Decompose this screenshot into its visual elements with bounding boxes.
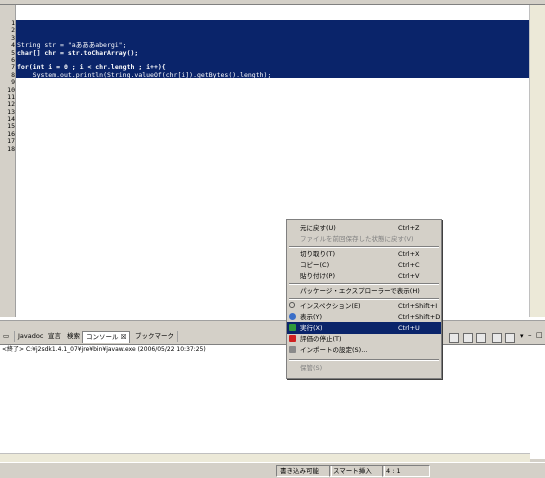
magnifier-icon	[289, 302, 295, 308]
code-line: }	[17, 78, 21, 87]
menu-item-import-settings[interactable]: インポートの設定(S)...	[287, 344, 441, 356]
console-header: <終了> C:¥j2sdk1.4.1_07¥jre¥bin¥javaw.exe …	[0, 344, 545, 354]
status-insert-mode: スマート挿入	[329, 465, 385, 477]
display-console-icon[interactable]	[505, 333, 515, 343]
status-bar: 書き込み可能 スマート挿入 4 : 1	[0, 462, 545, 478]
display-icon	[289, 313, 296, 320]
tab-bookmarks[interactable]: ブックマーク	[132, 331, 178, 342]
tab-console[interactable]: コンソール ☒	[82, 331, 131, 343]
tab-declaration[interactable]: 宣言	[45, 331, 65, 342]
editor-vertical-scrollbar[interactable]	[529, 5, 545, 317]
view-menu-icon[interactable]: ▭	[0, 331, 15, 342]
stop-icon	[289, 335, 296, 342]
context-menu: 元に戻す(U) Ctrl+Z ファイルを前回保存した状態に戻す(V) 切り取り(…	[286, 219, 442, 379]
code-line: char[] chr = str.toCharArray();	[17, 48, 139, 57]
menu-separator	[289, 359, 439, 361]
line-number: 18	[7, 144, 15, 153]
menu-item-save[interactable]: 保管(S)	[287, 362, 441, 374]
maximize-icon[interactable]: □	[536, 331, 543, 339]
run-icon	[289, 324, 296, 331]
terminate-icon[interactable]	[449, 333, 459, 343]
code-line: System.out.println(String.valueOf(chr[i]…	[17, 70, 272, 79]
status-cursor-position: 4 : 1	[382, 465, 430, 477]
view-menu-chevron-icon[interactable]: ▾	[520, 332, 524, 340]
status-writable: 書き込み可能	[276, 465, 332, 477]
console-output[interactable]	[0, 354, 545, 459]
tab-search[interactable]: 検索	[64, 331, 84, 342]
scroll-lock-icon[interactable]	[476, 333, 486, 343]
tab-javadoc[interactable]: Javadoc	[15, 331, 48, 342]
minimize-icon[interactable]: –	[528, 331, 532, 339]
console-horizontal-scrollbar[interactable]	[0, 453, 530, 462]
line-number-gutter: 1 2 3 4 5 6 7 8 9 10 11 12 13 14 15 16 1…	[2, 19, 15, 153]
menu-item-paste[interactable]: 貼り付け(P) Ctrl+V	[287, 270, 441, 282]
code-area[interactable]: String str = "aあああabergi"; char[] chr = …	[16, 20, 528, 94]
menu-item-show-in-package-explorer[interactable]: パッケージ・エクスプローラーで表示(H)	[287, 285, 441, 297]
menu-item-revert[interactable]: ファイルを前回保存した状態に戻す(V)	[287, 233, 441, 245]
editor-top-border	[0, 0, 545, 5]
clear-console-icon[interactable]	[463, 333, 473, 343]
import-icon	[289, 346, 296, 353]
pin-console-icon[interactable]	[492, 333, 502, 343]
